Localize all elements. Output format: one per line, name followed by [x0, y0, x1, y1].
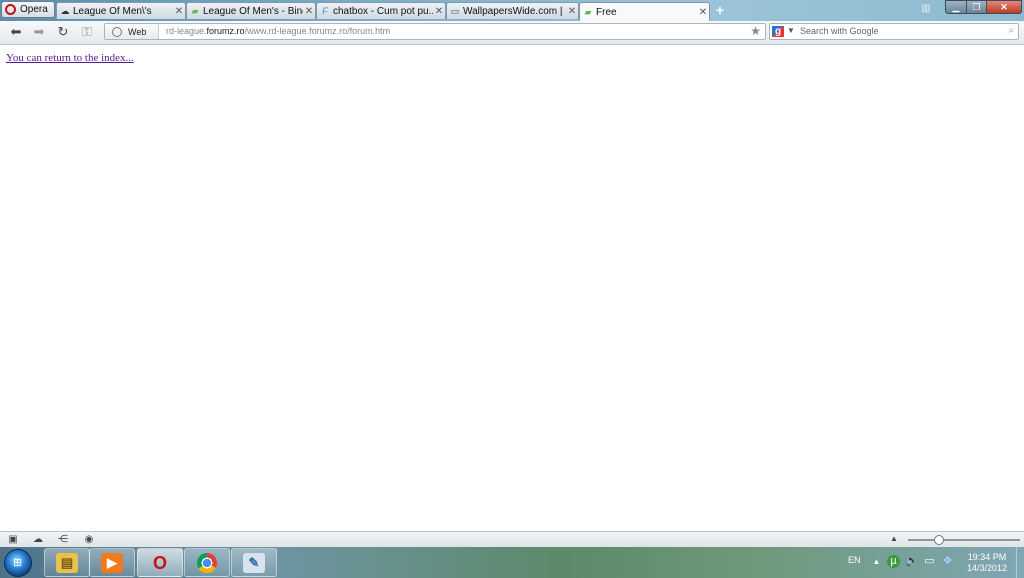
opera-menu-button[interactable]: Opera [1, 1, 55, 18]
google-icon[interactable]: g [772, 26, 784, 37]
address-bar[interactable]: Web rd-league.forumz.ro/www.rd-league.fo… [104, 23, 766, 40]
url-text[interactable]: rd-league.forumz.ro/www.rd-league.forumz… [166, 26, 390, 36]
paint-icon: ✎ [243, 552, 265, 573]
clock-time: 19:34 PM [967, 552, 1007, 562]
tab-label: League Of Men's - Bine... [203, 5, 303, 17]
volume-icon[interactable]: 🔈 [905, 555, 919, 568]
share-icon[interactable]: ⋲ [57, 534, 69, 546]
chevron-down-icon[interactable]: ▼ [787, 26, 795, 35]
dropbox-icon[interactable]: ❖ [941, 555, 954, 568]
speech-bubble-icon: ▰ [584, 7, 592, 17]
utorrent-icon[interactable]: µ [887, 555, 900, 568]
search-placeholder: Search with Google [800, 26, 879, 36]
close-tab-icon[interactable]: ✕ [566, 6, 578, 17]
taskbar-chrome[interactable] [184, 548, 230, 577]
tab-bar: Opera ☁ League Of Men\'s ✕ ▰ League Of M… [0, 0, 1024, 21]
tab-league-of-men[interactable]: ☁ League Of Men\'s ✕ [56, 2, 186, 19]
zoom-slider[interactable] [908, 535, 1020, 545]
tab-label: Free [596, 6, 617, 18]
tab-site-icon: ☁ [60, 6, 70, 16]
minimize-button[interactable]: ▁ [945, 0, 967, 14]
media-player-icon: ▶ [101, 552, 123, 573]
panel-toggle-icon[interactable]: ▣ [7, 534, 19, 546]
show-desktop-button[interactable] [1016, 547, 1024, 578]
tab-label: chatbox - Cum pot pu... [333, 5, 433, 17]
web-badge-label: Web [128, 26, 147, 37]
reload-icon[interactable]: ↻ [55, 24, 71, 40]
system-clock[interactable]: 19:34 PM 14/3/2012 [962, 552, 1012, 574]
url-prefix: rd-league. [166, 26, 207, 36]
search-field[interactable]: g ▼ Search with Google ⌕ [769, 23, 1019, 40]
speech-bubble-icon: ▰ [191, 6, 199, 16]
close-tab-icon[interactable]: ✕ [433, 6, 445, 17]
globe-icon [112, 26, 122, 37]
maximize-button[interactable]: ❐ [966, 0, 987, 14]
status-bar: ▣ ☁ ⋲ ◉ ▲ [0, 531, 1024, 548]
taskbar-opera[interactable]: O [137, 548, 183, 577]
opera-icon: O [152, 552, 167, 573]
navigation-bar: ⬅ ➡ ↻ ⚿ Web rd-league.forumz.ro/www.rd-l… [0, 21, 1024, 45]
taskbar-explorer[interactable]: ▤ [44, 548, 90, 577]
tab-label: WallpapersWide.com | ... [463, 5, 566, 17]
network-icon[interactable]: ▭ [923, 555, 936, 568]
tab-free[interactable]: ▰ Free ✕ [579, 2, 710, 21]
unite-cloud-icon[interactable]: ☁ [32, 534, 44, 546]
windows-taskbar: ⊞ ▤ ▶ O ✎ EN ▲ µ 🔈 ▭ ❖ 19:34 PM 14/3/201… [0, 547, 1024, 578]
new-tab-button[interactable]: + [713, 3, 727, 17]
forward-arrow-icon[interactable]: ➡ [31, 24, 47, 40]
windows-logo-icon: ⊞ [13, 557, 23, 569]
return-to-index-link[interactable]: You can return to the index... [6, 52, 134, 64]
close-window-button[interactable]: ✕ [986, 0, 1022, 14]
close-tab-icon[interactable]: ✕ [303, 6, 315, 17]
web-badge[interactable]: Web [105, 24, 159, 39]
start-button[interactable]: ⊞ [4, 549, 32, 577]
bookmark-star-icon[interactable]: ★ [750, 24, 761, 38]
close-tab-icon[interactable]: ✕ [697, 7, 709, 18]
zoom-up-icon[interactable]: ▲ [890, 534, 898, 543]
opera-menu-label: Opera [20, 4, 48, 15]
opera-logo-icon [5, 4, 16, 15]
tab-label: League Of Men\'s [73, 5, 152, 17]
folder-icon: ▤ [56, 552, 78, 573]
url-path: /www.rd-league.forumz.ro/forum.htm [244, 26, 391, 36]
tab-league-of-mens-bine[interactable]: ▰ League Of Men's - Bine... ✕ [186, 2, 316, 19]
tab-chatbox[interactable]: F chatbox - Cum pot pu... ✕ [316, 2, 446, 19]
page-content: You can return to the index... [0, 45, 1024, 531]
tab-wallpaperswide[interactable]: ▭ WallpapersWide.com | ... ✕ [446, 2, 579, 19]
close-tab-icon[interactable]: ✕ [173, 6, 185, 17]
back-arrow-icon[interactable]: ⬅ [8, 24, 24, 40]
show-hidden-icons-icon[interactable]: ▲ [870, 555, 883, 568]
taskbar-paint[interactable]: ✎ [231, 548, 277, 577]
forum-icon: F [322, 6, 328, 16]
taskbar-media-player[interactable]: ▶ [89, 548, 135, 577]
url-domain: forumz.ro [206, 26, 245, 36]
key-icon[interactable]: ⚿ [79, 24, 95, 40]
zoom-slider-thumb[interactable] [934, 535, 945, 545]
trash-icon[interactable]: ▥ [919, 3, 933, 15]
clock-date: 14/3/2012 [966, 563, 1008, 573]
turbo-icon[interactable]: ◉ [83, 534, 95, 546]
search-icon[interactable]: ⌕ [1008, 25, 1014, 36]
chrome-icon [197, 552, 217, 573]
wallpaper-icon: ▭ [450, 6, 460, 16]
language-indicator[interactable]: EN [848, 555, 861, 565]
